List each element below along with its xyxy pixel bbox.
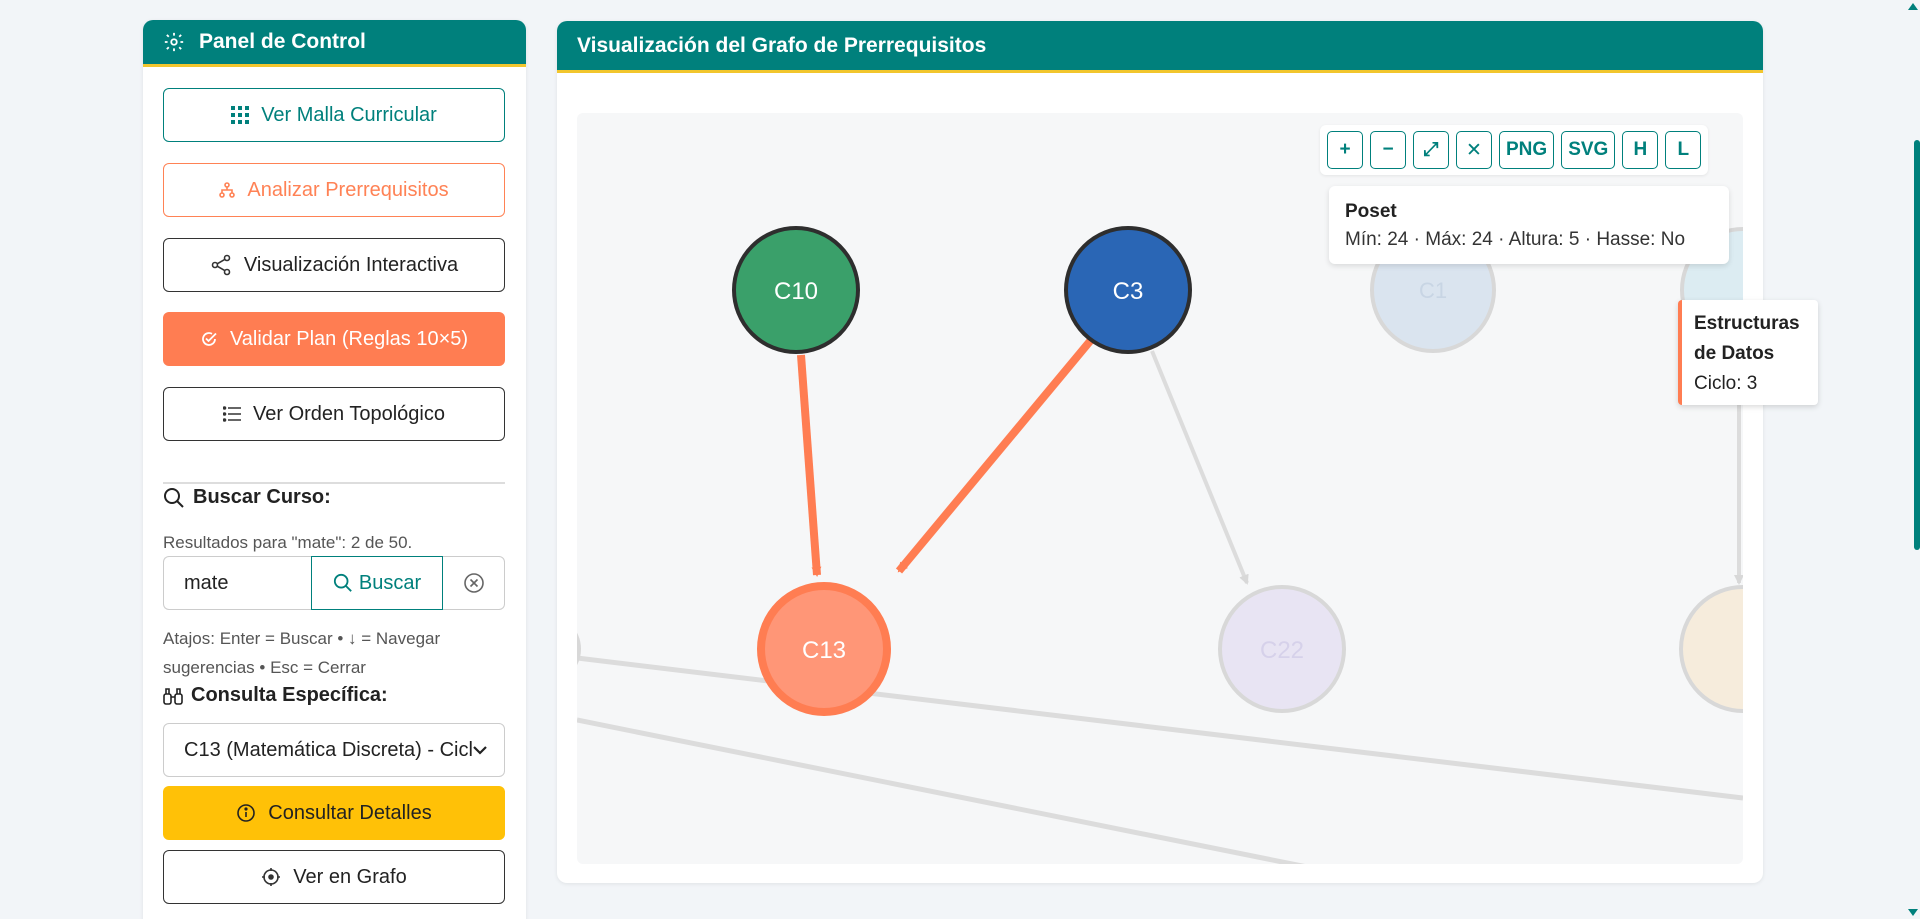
specific-query-label: Consulta Específica: [163, 684, 388, 707]
chevron-down-icon [473, 746, 487, 755]
graph-edge [1150, 350, 1249, 585]
target-icon [262, 868, 281, 886]
validate-plan-label: Validar Plan (Reglas 10×5) [229, 327, 469, 350]
fit-view-button[interactable]: ⤢ [1413, 131, 1449, 169]
export-svg-button[interactable]: SVG [1561, 131, 1616, 169]
check-circle-icon [202, 332, 217, 346]
poset-title: Poset [1345, 201, 1397, 222]
layout-button[interactable]: L [1665, 131, 1702, 169]
consult-details-label: Consultar Detalles [268, 801, 432, 824]
search-icon [164, 487, 184, 508]
interactive-visualization-button[interactable]: Visualización Interactiva [163, 238, 505, 292]
graph-edge [577, 655, 1743, 801]
zoom-out-button[interactable]: − [1370, 131, 1406, 169]
scroll-up-arrow[interactable] [1908, 3, 1918, 10]
topological-order-button[interactable]: Ver Orden Topológico [163, 387, 505, 441]
gear-icon [164, 32, 184, 52]
reset-button[interactable]: ✕ [1456, 131, 1492, 169]
search-button[interactable]: Buscar [311, 556, 443, 610]
tooltip-title-line-1: Estructuras [1694, 313, 1800, 334]
tooltip-cycle: Ciclo: 3 [1694, 373, 1758, 394]
validate-plan-button[interactable]: Validar Plan (Reglas 10×5) [163, 312, 505, 366]
course-select[interactable]: C13 (Matemática Discreta) - Ciclo 3 [163, 723, 505, 777]
hasse-button[interactable]: H [1622, 131, 1659, 169]
graph-node-faded[interactable] [1679, 585, 1743, 713]
search-icon [333, 573, 352, 592]
panel-title: Panel de Control [199, 30, 366, 53]
search-course-label: Buscar Curso: [163, 486, 331, 509]
graph-toolbar: + − ⤢ ✕ PNG SVG H L [1320, 125, 1709, 175]
analyze-prerequisites-button[interactable]: Analizar Prerrequisitos [163, 163, 505, 217]
graph-title: Visualización del Grafo de Prerrequisito… [577, 33, 987, 57]
view-curriculum-button[interactable]: Ver Malla Curricular [163, 88, 505, 142]
graph-node-c10-label: C10 [774, 278, 818, 305]
shortcuts-line-1: Atajos: Enter = Buscar • ↓ = Navegar [163, 629, 441, 648]
clear-search-button[interactable] [443, 556, 505, 610]
shortcuts-line-2: sugerencias • Esc = Cerrar [163, 658, 366, 677]
export-png-button[interactable]: PNG [1499, 131, 1555, 169]
divider [163, 482, 505, 484]
search-group: Buscar [163, 556, 505, 610]
poset-stats: Mín: 24 · Máx: 24 · Altura: 5 · Hasse: N… [1345, 229, 1686, 250]
search-button-label: Buscar [358, 571, 422, 594]
zoom-in-button[interactable]: + [1327, 131, 1363, 169]
hierarchy-icon [219, 182, 236, 198]
share-icon [211, 254, 231, 276]
graph-card: Visualización del Grafo de Prerrequisito… [557, 21, 1763, 883]
search-results-text: Resultados para "mate": 2 de 50. [163, 533, 413, 552]
node-tooltip: Estructuras de Datos Ciclo: 3 [1678, 300, 1818, 405]
poset-info-box: Poset Mín: 24 · Máx: 24 · Altura: 5 · Ha… [1329, 186, 1729, 264]
graph-edge-highlight [797, 354, 822, 577]
view-curriculum-label: Ver Malla Curricular [261, 103, 437, 126]
search-input[interactable] [163, 556, 311, 610]
panel-header: Panel de Control [143, 20, 526, 67]
list-icon [223, 406, 241, 422]
topological-order-label: Ver Orden Topológico [253, 402, 445, 425]
graph-node-c13-label: C13 [802, 637, 846, 664]
graph-canvas[interactable]: C1 C22 C10 C3 C13 + − ⤢ ✕ PNG SVG H L Po… [577, 113, 1743, 864]
graph-edge-highlight [895, 337, 1095, 574]
graph-card-header: Visualización del Grafo de Prerrequisito… [557, 21, 1763, 73]
graph-edge [577, 717, 1305, 864]
graph-node-c22-label: C22 [1260, 637, 1304, 664]
info-icon [237, 804, 256, 822]
clear-circle-icon [463, 573, 484, 593]
analyze-prerequisites-label: Analizar Prerrequisitos [247, 178, 449, 201]
graph-node-c3-label: C3 [1113, 278, 1144, 305]
graph-node-c1-label: C1 [1419, 278, 1447, 303]
view-in-graph-label: Ver en Grafo [293, 865, 407, 888]
control-panel: Panel de Control Ver Malla Curricular An… [143, 20, 526, 919]
interactive-visualization-label: Visualización Interactiva [243, 253, 459, 276]
course-select-value: C13 (Matemática Discreta) - Ciclo 3 [184, 738, 472, 761]
tooltip-title-line-2: de Datos [1694, 343, 1775, 364]
page-scrollbar[interactable] [1914, 140, 1920, 550]
consult-details-button[interactable]: Consultar Detalles [163, 786, 505, 840]
binoculars-icon [163, 687, 183, 705]
graph-node-faded[interactable] [577, 617, 581, 681]
grid-icon [231, 106, 250, 124]
view-in-graph-button[interactable]: Ver en Grafo [163, 850, 505, 904]
scroll-down-arrow[interactable] [1908, 909, 1918, 916]
